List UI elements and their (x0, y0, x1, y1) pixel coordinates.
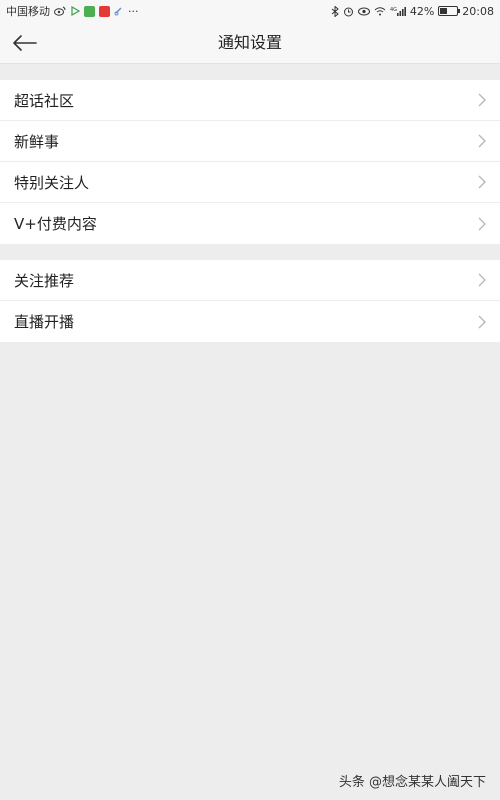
battery-percent: 42% (409, 4, 435, 18)
signal-icon: 4G (390, 6, 406, 17)
row-follow-recommend[interactable]: 关注推荐 (0, 260, 500, 301)
wifi-icon (374, 6, 386, 16)
row-label: 新鲜事 (14, 132, 60, 151)
weibo-icon (54, 6, 66, 16)
play-icon (70, 6, 80, 16)
alarm-icon (343, 6, 354, 17)
row-news-feed[interactable]: 新鲜事 (0, 121, 500, 162)
status-bar: 中国移动 ··· 4G 42% 20:08 (0, 0, 500, 22)
settings-group-1: 超话社区 新鲜事 特别关注人 V+付费内容 (0, 80, 500, 244)
row-special-follow[interactable]: 特别关注人 (0, 162, 500, 203)
row-chaohua-community[interactable]: 超话社区 (0, 80, 500, 121)
chevron-right-icon (478, 175, 488, 189)
row-label: 直播开播 (14, 313, 75, 331)
status-left: 中国移动 ··· (6, 3, 139, 19)
clock: 20:08 (462, 4, 494, 18)
network-type-label: 4G (390, 7, 397, 13)
row-paid-content[interactable]: V+付费内容 (0, 203, 500, 244)
app-red-icon (99, 5, 110, 17)
chevron-right-icon (478, 273, 488, 287)
watermark: 头条 @想念某某人阖天下 (338, 775, 486, 790)
row-label: 超话社区 (14, 91, 75, 110)
chevron-right-icon (478, 134, 488, 148)
row-label: 关注推荐 (14, 271, 75, 290)
row-label: V+付费内容 (14, 215, 97, 233)
eye-icon (357, 7, 370, 16)
carrier-label: 中国移动 (6, 5, 50, 18)
bluetooth-icon (331, 5, 339, 17)
battery-icon (438, 6, 461, 16)
chevron-right-icon (478, 93, 488, 107)
more-notifications: ··· (128, 4, 139, 18)
battery-fill (440, 8, 448, 14)
status-right: 4G 42% 20:08 (331, 5, 494, 18)
app-green-icon (84, 5, 95, 17)
header: 通知设置 (0, 22, 500, 64)
chevron-right-icon (478, 217, 488, 231)
link-icon (114, 6, 124, 16)
settings-group-2: 关注推荐 直播开播 (0, 260, 500, 342)
row-live-start[interactable]: 直播开播 (0, 301, 500, 342)
row-label: 特别关注人 (14, 173, 90, 192)
page-title: 通知设置 (217, 33, 282, 52)
chevron-right-icon (478, 315, 488, 329)
